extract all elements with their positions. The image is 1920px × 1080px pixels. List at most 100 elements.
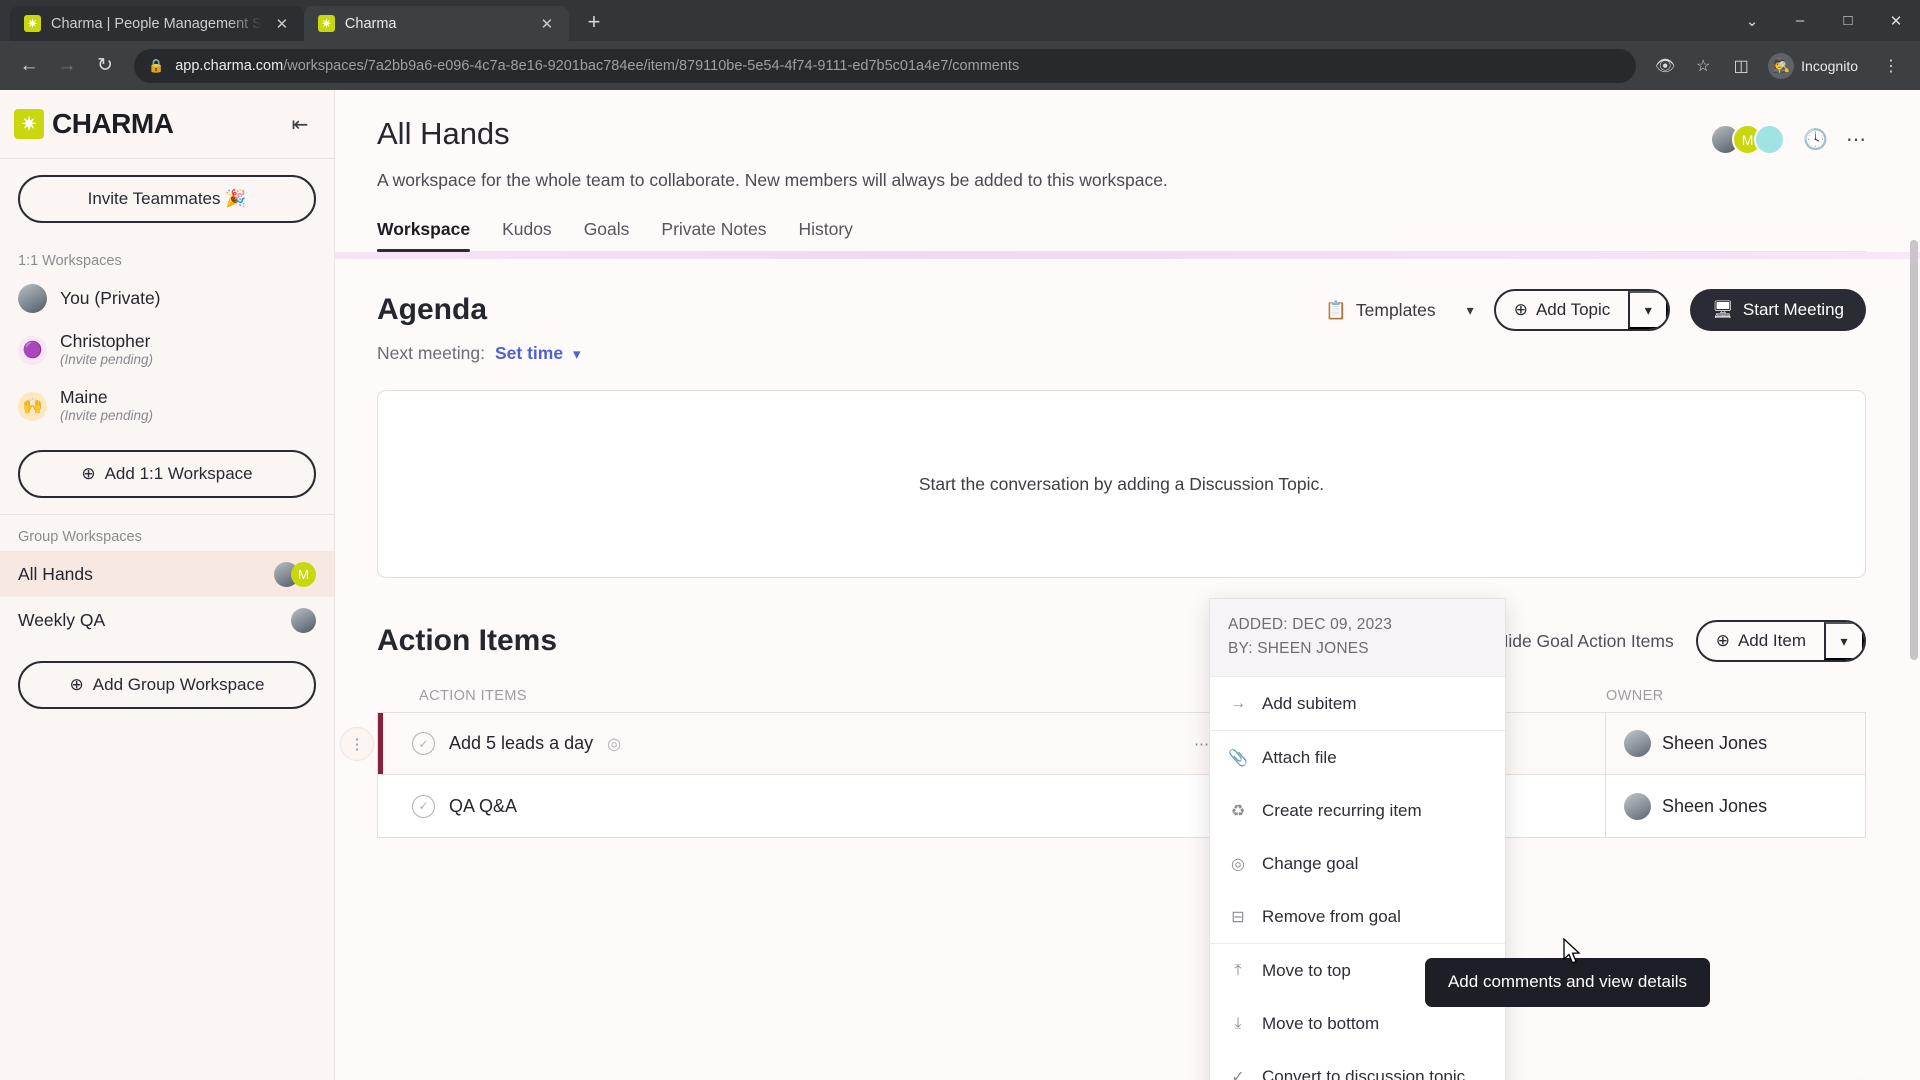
tab-search-icon[interactable]: ⌄ bbox=[1728, 0, 1776, 41]
sidebar-item-status: (Invite pending) bbox=[60, 352, 154, 368]
tab-history[interactable]: History bbox=[798, 219, 852, 251]
row-owner-cell[interactable]: Sheen Jones bbox=[1605, 775, 1865, 837]
context-menu-added-line: ADDED: DEC 09, 2023 bbox=[1228, 616, 1393, 633]
minimize-button[interactable]: – bbox=[1776, 0, 1824, 41]
target-icon: ◎ bbox=[607, 735, 622, 753]
gradient-divider bbox=[335, 252, 1920, 259]
clock-icon[interactable]: 🕓 bbox=[1803, 127, 1828, 152]
browser-tab-1-title: Charma | People Management S bbox=[51, 15, 262, 32]
add-1on1-workspace-button[interactable]: ⊕ Add 1:1 Workspace bbox=[18, 450, 316, 499]
tab-kudos[interactable]: Kudos bbox=[502, 219, 552, 251]
table-column-headers: ACTION ITEMS DUE DATE OWNER bbox=[377, 688, 1866, 712]
table-row[interactable]: ⋮ ✓ Add 5 leads a day ◎ ⋯ 💬 📅 bbox=[340, 712, 1866, 775]
arrow-up-to-line-icon: ⤒ bbox=[1234, 961, 1242, 979]
presentation-icon: 🖥 bbox=[1712, 300, 1734, 319]
add-item-split-button: ⊕ Add Item ▾ bbox=[1695, 620, 1866, 662]
set-time-link[interactable]: Set time bbox=[495, 343, 563, 364]
browser-tab-2-title: Charma bbox=[344, 15, 397, 32]
sidebar-item-all-hands[interactable]: All Hands M bbox=[0, 551, 334, 598]
check-circle-icon[interactable]: ✓ bbox=[412, 794, 435, 818]
templates-label: Templates bbox=[1355, 299, 1436, 320]
context-menu-by-line: BY: SHEEN JONES bbox=[1228, 640, 1369, 658]
menu-item-convert-to-discussion-topic[interactable]: ✓ Convert to discussion topic bbox=[1210, 1050, 1505, 1080]
page-scrollbar[interactable] bbox=[1907, 90, 1920, 1080]
agenda-header: Agenda 📋 Templates ▾ ⊕ Add Topic ▾ 🖥 Sta… bbox=[377, 289, 1866, 331]
avatar bbox=[18, 284, 47, 313]
next-meeting-label: Next meeting: bbox=[377, 343, 485, 363]
kebab-menu-icon[interactable]: ⋮ bbox=[1874, 49, 1908, 83]
collapse-sidebar-icon[interactable]: ⇤ bbox=[286, 110, 314, 138]
close-icon[interactable]: ✕ bbox=[272, 14, 292, 34]
address-bar-url: app.charma.com/workspaces/7a2bb9a6-e096-… bbox=[175, 58, 1019, 74]
window-controls: ⌄ – □ ✕ bbox=[1728, 0, 1920, 41]
sidebar-item-maine[interactable]: 🙌 Maine (Invite pending) bbox=[0, 378, 334, 434]
chevron-down-icon[interactable]: ▾ bbox=[573, 345, 581, 363]
more-horizontal-icon[interactable]: ⋯ bbox=[1846, 127, 1866, 152]
check-circle-icon: ✓ bbox=[1231, 1068, 1245, 1080]
table-row[interactable]: ✓ QA Q&A Dec 13 Sheen Jones bbox=[377, 775, 1866, 838]
browser-tab-1[interactable]: ✷ Charma | People Management S ✕ bbox=[10, 6, 304, 41]
eye-off-icon[interactable]: 👁 bbox=[1648, 49, 1682, 83]
row-more-icon[interactable]: ⋯ bbox=[1194, 735, 1210, 753]
menu-item-create-recurring-item[interactable]: ♻ Create recurring item bbox=[1210, 784, 1505, 837]
scrollbar-thumb[interactable] bbox=[1910, 240, 1918, 660]
menu-item-label: Create recurring item bbox=[1262, 800, 1422, 820]
new-tab-button[interactable]: + bbox=[577, 5, 611, 39]
start-meeting-button[interactable]: 🖥 Start Meeting bbox=[1690, 289, 1866, 331]
menu-item-add-subitem[interactable]: → Add subitem bbox=[1210, 677, 1505, 730]
close-icon[interactable]: ✕ bbox=[537, 14, 557, 34]
address-bar[interactable]: 🔒 app.charma.com/workspaces/7a2bb9a6-e09… bbox=[134, 48, 1637, 83]
minus-square-icon: ⊟ bbox=[1231, 908, 1245, 926]
menu-item-label: Move to bottom bbox=[1262, 1013, 1380, 1033]
member-avatar-stack[interactable]: M bbox=[1710, 124, 1786, 155]
arrow-down-to-line-icon: ⤓ bbox=[1234, 1014, 1242, 1032]
sidebar-item-christopher[interactable]: 🟣 Christopher (Invite pending) bbox=[0, 322, 334, 378]
invite-section: Invite Teammates 🎉 bbox=[0, 158, 334, 239]
page-header-text: All Hands A workspace for the whole team… bbox=[377, 116, 1168, 191]
sidebar-item-you-private[interactable]: You (Private) bbox=[0, 275, 334, 322]
brand-logo[interactable]: ✷ CHARMA bbox=[14, 108, 174, 140]
add-item-dropdown-button[interactable]: ▾ bbox=[1824, 622, 1864, 660]
add-item-button[interactable]: ⊕ Add Item bbox=[1698, 622, 1824, 660]
menu-item-remove-from-goal[interactable]: ⊟ Remove from goal bbox=[1210, 890, 1505, 943]
invite-teammates-button[interactable]: Invite Teammates 🎉 bbox=[18, 175, 316, 223]
forward-icon[interactable]: → bbox=[50, 49, 84, 83]
brand-name: CHARMA bbox=[52, 108, 174, 139]
hide-goal-action-items-toggle[interactable]: Hide Goal Action Items bbox=[1496, 631, 1674, 652]
mouse-cursor bbox=[1563, 938, 1581, 964]
sidebar-item-weekly-qa[interactable]: Weekly QA bbox=[0, 597, 334, 643]
drag-handle-icon[interactable]: ⋮ bbox=[340, 726, 374, 761]
add-group-workspace-button[interactable]: ⊕ Add Group Workspace bbox=[18, 661, 316, 710]
workspace-tabs: Workspace Kudos Goals Private Notes Hist… bbox=[377, 219, 1866, 252]
row-name-cell[interactable]: ✓ QA Q&A bbox=[378, 775, 1265, 837]
reload-icon[interactable]: ↻ bbox=[88, 49, 122, 83]
maximize-button[interactable]: □ bbox=[1824, 0, 1872, 41]
close-window-button[interactable]: ✕ bbox=[1872, 0, 1920, 41]
avatar bbox=[1624, 792, 1651, 820]
avatar: M bbox=[291, 561, 316, 587]
menu-item-attach-file[interactable]: 📎 Attach file bbox=[1210, 731, 1505, 784]
browser-tab-2[interactable]: ✷ Charma ✕ bbox=[303, 6, 569, 41]
menu-item-label: Attach file bbox=[1262, 747, 1337, 767]
plus-circle-icon: ⊕ bbox=[1715, 631, 1730, 650]
incognito-profile-chip[interactable]: 🕵 Incognito bbox=[1764, 50, 1870, 82]
plus-circle-icon: ⊕ bbox=[81, 464, 96, 484]
row-owner-cell[interactable]: Sheen Jones bbox=[1605, 713, 1865, 774]
add-topic-button[interactable]: ⊕ Add Topic bbox=[1496, 291, 1629, 329]
add-topic-dropdown-button[interactable]: ▾ bbox=[1628, 291, 1669, 329]
menu-item-label: Convert to discussion topic bbox=[1262, 1066, 1466, 1080]
menu-item-change-goal[interactable]: ◎ Change goal bbox=[1210, 837, 1505, 890]
check-circle-icon[interactable]: ✓ bbox=[412, 732, 435, 755]
tab-goals[interactable]: Goals bbox=[584, 219, 630, 251]
add-one-on-one-section: ⊕ Add 1:1 Workspace bbox=[0, 434, 334, 514]
tab-private-notes[interactable]: Private Notes bbox=[661, 219, 766, 251]
templates-button[interactable]: 📋 Templates ▾ bbox=[1325, 300, 1474, 321]
row-name-cell[interactable]: ✓ Add 5 leads a day ◎ ⋯ 💬 bbox=[378, 713, 1265, 774]
star-icon[interactable]: ☆ bbox=[1686, 49, 1720, 83]
back-icon[interactable]: ← bbox=[12, 49, 46, 83]
tab-workspace[interactable]: Workspace bbox=[377, 219, 471, 252]
recycle-icon: ♻ bbox=[1230, 802, 1246, 820]
avatar: 🟣 bbox=[18, 335, 47, 365]
page-title: All Hands bbox=[377, 116, 510, 151]
side-panel-icon[interactable]: ◫ bbox=[1724, 49, 1758, 83]
